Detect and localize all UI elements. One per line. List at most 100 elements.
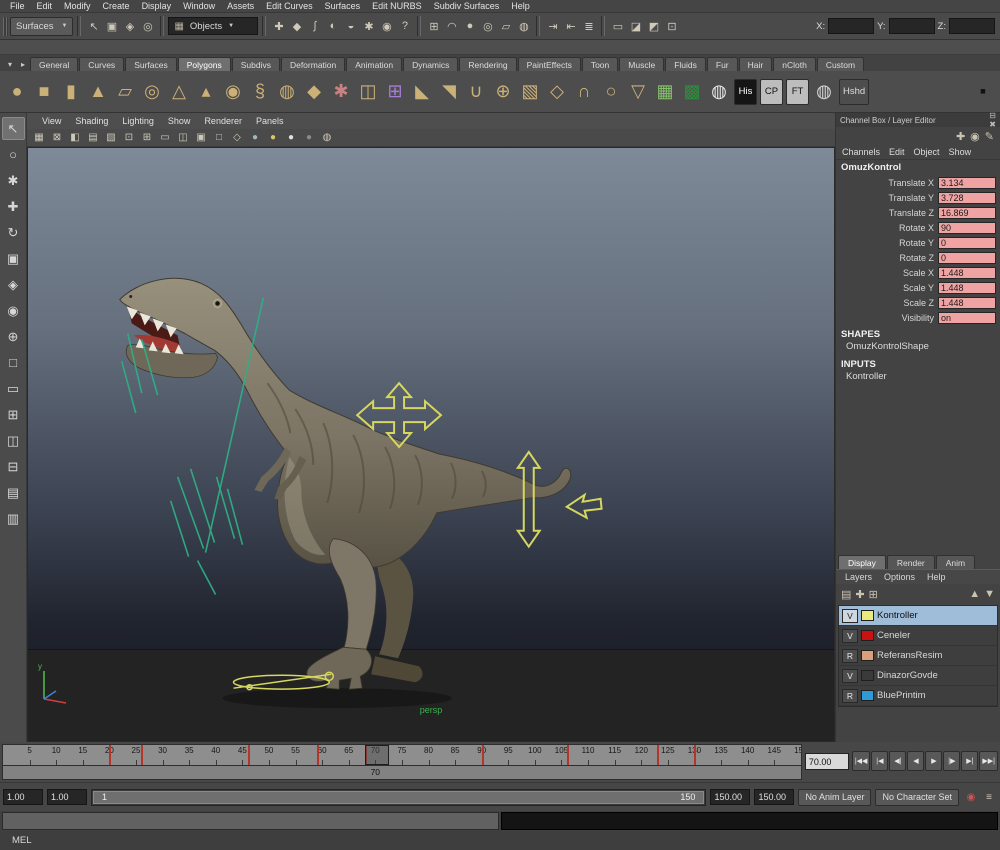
menu-modify[interactable]: Modify bbox=[58, 1, 97, 11]
pan-zoom-icon[interactable]: ⊡ bbox=[121, 130, 137, 145]
shelf-menu-icon[interactable]: ▾ bbox=[4, 58, 16, 71]
poly-cone-icon[interactable]: ▲ bbox=[85, 76, 111, 108]
poly-pipe-icon[interactable]: ◉ bbox=[220, 76, 246, 108]
single-pane-layout-icon[interactable]: ▭ bbox=[2, 377, 25, 400]
shelf-tab-rendering[interactable]: Rendering bbox=[459, 57, 516, 71]
sculpt-geometry-icon[interactable]: ✱ bbox=[328, 76, 354, 108]
select-hierarchy-icon[interactable]: ↖ bbox=[85, 17, 102, 36]
mask-joints-icon[interactable]: ◆ bbox=[288, 17, 305, 36]
poly-helix-icon[interactable]: § bbox=[247, 76, 273, 108]
layer-menu-options[interactable]: Options bbox=[879, 572, 920, 582]
poly-platonic-icon[interactable]: ◆ bbox=[301, 76, 327, 108]
playhead[interactable] bbox=[365, 745, 389, 765]
image-plane-icon[interactable]: ▧ bbox=[103, 130, 119, 145]
shelf-tab-surfaces[interactable]: Surfaces bbox=[125, 57, 177, 71]
tail-tip-control-arrow[interactable] bbox=[567, 495, 602, 518]
channel-name[interactable]: Scale Z bbox=[903, 298, 934, 308]
shape-node-name[interactable]: OmuzKontrolShape bbox=[836, 341, 1000, 355]
mask-curves-icon[interactable]: ∫ bbox=[306, 17, 323, 36]
uv-texture-editor-icon[interactable]: ⊞ bbox=[382, 76, 408, 108]
move-layer-up-icon[interactable]: ▲ bbox=[969, 588, 980, 600]
poly-sphere-icon[interactable]: ● bbox=[4, 76, 30, 108]
layer-row-ceneler[interactable]: VCeneler bbox=[839, 626, 997, 646]
timeline-ruler[interactable]: 5101520253035404550556065707580859095100… bbox=[2, 744, 802, 766]
play-backwards-button[interactable]: ◀ bbox=[907, 751, 924, 771]
channel-name[interactable]: Rotate X bbox=[899, 223, 934, 233]
layer-color-swatch[interactable] bbox=[861, 610, 874, 621]
viewport-menu-renderer[interactable]: Renderer bbox=[197, 116, 249, 126]
select-component-mode-icon[interactable]: ◈ bbox=[121, 17, 138, 36]
animation-start-field[interactable]: 1.00 bbox=[3, 789, 43, 805]
poly-mirror-icon[interactable]: ◫ bbox=[355, 76, 381, 108]
hshd-shelf-button[interactable]: Hshd bbox=[839, 79, 869, 105]
x-input[interactable] bbox=[828, 18, 874, 34]
step-back-key-button[interactable]: |◀ bbox=[871, 751, 888, 771]
new-layer-from-selected-icon[interactable]: ⊞ bbox=[869, 588, 878, 601]
wireframe-icon[interactable]: ◇ bbox=[229, 130, 245, 145]
four-pane-layout-icon[interactable]: ⊞ bbox=[2, 403, 25, 426]
layer-visibility-toggle[interactable]: V bbox=[842, 629, 858, 643]
construction-history-icon[interactable]: ≣ bbox=[580, 17, 597, 36]
keyframe-marker[interactable] bbox=[141, 745, 143, 765]
extrude-icon[interactable]: ▧ bbox=[517, 76, 543, 108]
layer-row-kontroller[interactable]: VKontroller bbox=[839, 606, 997, 626]
cp-shelf-button[interactable]: CP bbox=[760, 79, 783, 105]
poly-cylinder-icon[interactable]: ▮ bbox=[58, 76, 84, 108]
channel-value-field[interactable]: 1.448 bbox=[938, 267, 996, 279]
layer-menu-layers[interactable]: Layers bbox=[840, 572, 877, 582]
step-back-frame-button[interactable]: ◀| bbox=[889, 751, 906, 771]
new-empty-layer-icon[interactable]: ✚ bbox=[855, 588, 864, 601]
viewport-menu-show[interactable]: Show bbox=[161, 116, 198, 126]
shelf-arrow-icon[interactable]: ▸ bbox=[17, 58, 29, 71]
layer-color-swatch[interactable] bbox=[861, 630, 874, 641]
channel-value-field[interactable]: 0 bbox=[938, 237, 996, 249]
layer-editor-tab-render[interactable]: Render bbox=[887, 555, 935, 569]
lasso-select-tool-icon[interactable]: ○ bbox=[2, 143, 25, 166]
z-input[interactable] bbox=[949, 18, 995, 34]
smooth-icon[interactable]: ○ bbox=[598, 76, 624, 108]
his-shelf-button[interactable]: His bbox=[734, 79, 757, 105]
viewport-menu-shading[interactable]: Shading bbox=[68, 116, 115, 126]
reduce-icon[interactable]: ▽ bbox=[625, 76, 651, 108]
channel-value-field[interactable]: on bbox=[938, 312, 996, 324]
layer-editor-tab-display[interactable]: Display bbox=[838, 555, 886, 569]
menu-window[interactable]: Window bbox=[177, 1, 221, 11]
timeline-ruler-area[interactable]: 5101520253035404550556065707580859095100… bbox=[2, 744, 802, 780]
channel-speed-icon[interactable]: ◉ bbox=[970, 130, 980, 143]
output-connections-icon[interactable]: ⇤ bbox=[562, 17, 579, 36]
range-slider-bar[interactable]: 1 150 bbox=[93, 791, 704, 804]
layer-color-swatch[interactable] bbox=[861, 650, 874, 661]
channel-name[interactable]: Rotate Z bbox=[899, 253, 934, 263]
menu-help[interactable]: Help bbox=[505, 1, 536, 11]
poly-cube-icon[interactable]: ■ bbox=[31, 76, 57, 108]
show-manipulator-tool-icon[interactable]: ⊕ bbox=[2, 325, 25, 348]
layer-visibility-toggle[interactable]: R bbox=[842, 689, 858, 703]
bridge-icon[interactable]: ∩ bbox=[571, 76, 597, 108]
resolution-gate-icon[interactable]: ◫ bbox=[175, 130, 191, 145]
animation-end-field[interactable]: 150.00 bbox=[754, 789, 794, 805]
input-node-name[interactable]: Kontroller bbox=[836, 371, 1000, 385]
lock-camera-icon[interactable]: ⊠ bbox=[49, 130, 65, 145]
snap-curve-icon[interactable]: ◠ bbox=[443, 17, 460, 36]
persp-graph-layout-icon[interactable]: ⊟ bbox=[2, 455, 25, 478]
make-live-icon[interactable]: ◍ bbox=[515, 17, 532, 36]
select-tool-icon[interactable]: ↖ bbox=[2, 117, 25, 140]
move-layer-down-icon[interactable]: ▼ bbox=[984, 588, 995, 600]
render-settings-icon[interactable]: ⊡ bbox=[663, 17, 680, 36]
render-current-frame-icon[interactable]: ◪ bbox=[627, 17, 644, 36]
mel-toggle-button[interactable]: MEL bbox=[12, 835, 32, 846]
safe-action-icon[interactable]: □ bbox=[211, 130, 227, 145]
lights-icon[interactable]: ● bbox=[283, 130, 299, 145]
layer-color-swatch[interactable] bbox=[861, 670, 874, 681]
status-line-handle[interactable] bbox=[3, 17, 8, 36]
shelf-tab-fur[interactable]: Fur bbox=[707, 57, 738, 71]
channel-value-field[interactable]: 0 bbox=[938, 252, 996, 264]
keyframe-marker[interactable] bbox=[694, 745, 696, 765]
shelf-tab-subdivs[interactable]: Subdivs bbox=[232, 57, 280, 71]
shaded-icon[interactable]: ● bbox=[247, 130, 263, 145]
channel-box-menu-edit[interactable]: Edit bbox=[889, 147, 905, 157]
persp-outliner-layout-icon[interactable]: ◫ bbox=[2, 429, 25, 452]
checker-sphere-icon[interactable]: ◍ bbox=[706, 76, 732, 108]
menu-create[interactable]: Create bbox=[97, 1, 136, 11]
checker-sphere2-icon[interactable]: ◍ bbox=[811, 76, 837, 108]
